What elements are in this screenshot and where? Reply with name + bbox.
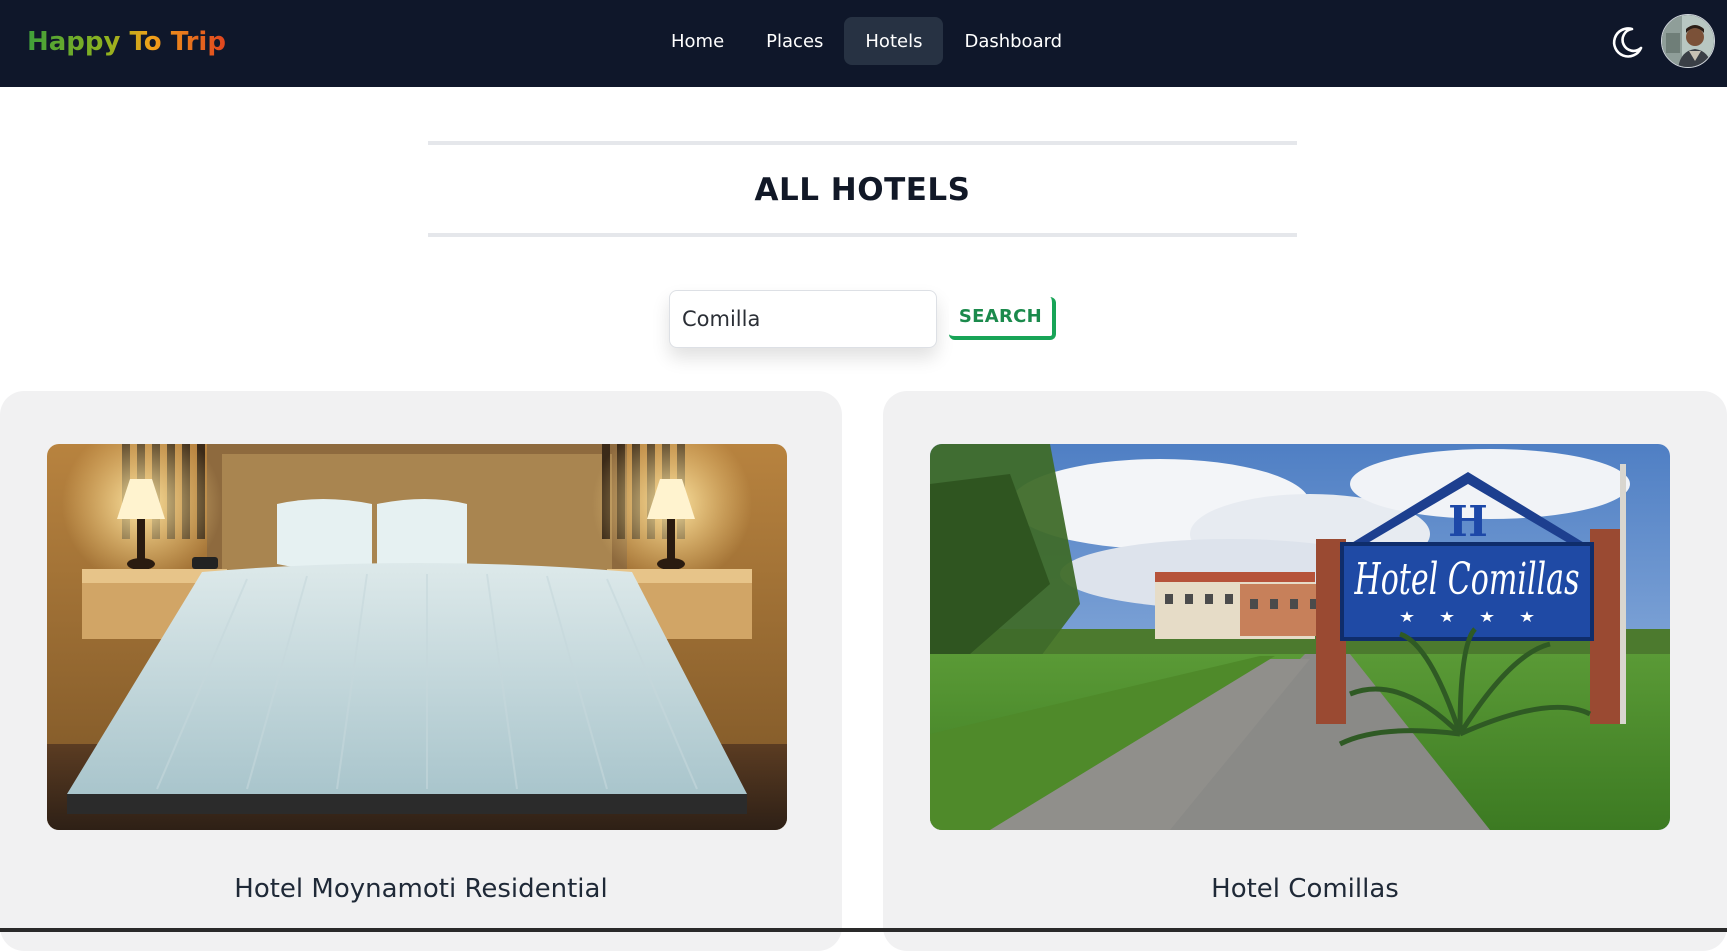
- hotel-exterior-sign-image: H Hotel Comillas: [930, 444, 1670, 830]
- hotel-card[interactable]: Hotel Moynamoti Residential: [0, 391, 842, 951]
- horizontal-scrollbar[interactable]: [0, 928, 1727, 932]
- search-button[interactable]: SEARCH: [949, 297, 1056, 340]
- nav-hotels[interactable]: Hotels: [844, 17, 944, 65]
- user-avatar[interactable]: [1661, 14, 1715, 68]
- sign-letter: H: [1448, 497, 1488, 546]
- page-title: ALL HOTELS: [754, 172, 971, 208]
- brand-logo[interactable]: Happy To Trip: [27, 24, 226, 60]
- nav-home[interactable]: Home: [650, 17, 745, 65]
- hotel-name: Hotel Moynamoti Residential: [234, 874, 608, 904]
- nav-links: Home Places Hotels Dashboard: [650, 17, 1083, 65]
- nav-dashboard[interactable]: Dashboard: [943, 17, 1083, 65]
- sign-text: Hotel Comillas: [1354, 554, 1580, 605]
- hotel-name: Hotel Comillas: [1211, 874, 1399, 904]
- search-input[interactable]: [669, 290, 937, 348]
- moon-icon[interactable]: [1608, 22, 1648, 62]
- hotel-card[interactable]: H Hotel Comillas Hotel Comillas: [883, 391, 1727, 951]
- nav-places[interactable]: Places: [745, 17, 844, 65]
- page-heading-section: ALL HOTELS: [428, 141, 1297, 237]
- hotel-bedroom-image: [47, 444, 787, 830]
- navbar: Happy To Trip Home Places Hotels Dashboa…: [0, 0, 1727, 87]
